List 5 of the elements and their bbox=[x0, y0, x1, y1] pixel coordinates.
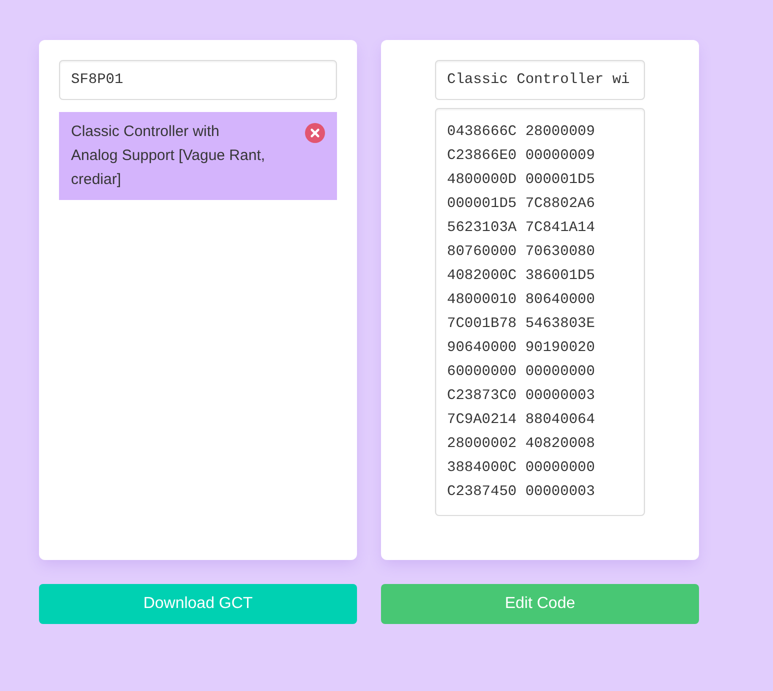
delete-icon[interactable] bbox=[305, 123, 325, 143]
code-list-item[interactable]: Classic Controller with Analog Support [Vague Rant, crediar] bbox=[59, 112, 337, 200]
code-editor[interactable]: 0438666C 28000009 C23866E0 00000009 4800000D 000001D5 000001D5 7C8802A6 5623103A 7C841A14 80760000 70630080 4082000C 386001D5 48000010 80640000 7C001B78 5463803E 90640000 90190020 60000000 00000000 C23873C0 00000003 7C9A0214 88040064 28000002 40820008 3884000C 00000000 C2387450 00000003 bbox=[435, 108, 645, 516]
code-name-field[interactable]: Classic Controller wi bbox=[435, 60, 645, 100]
game-id-field[interactable]: SF8P01 bbox=[59, 60, 337, 100]
